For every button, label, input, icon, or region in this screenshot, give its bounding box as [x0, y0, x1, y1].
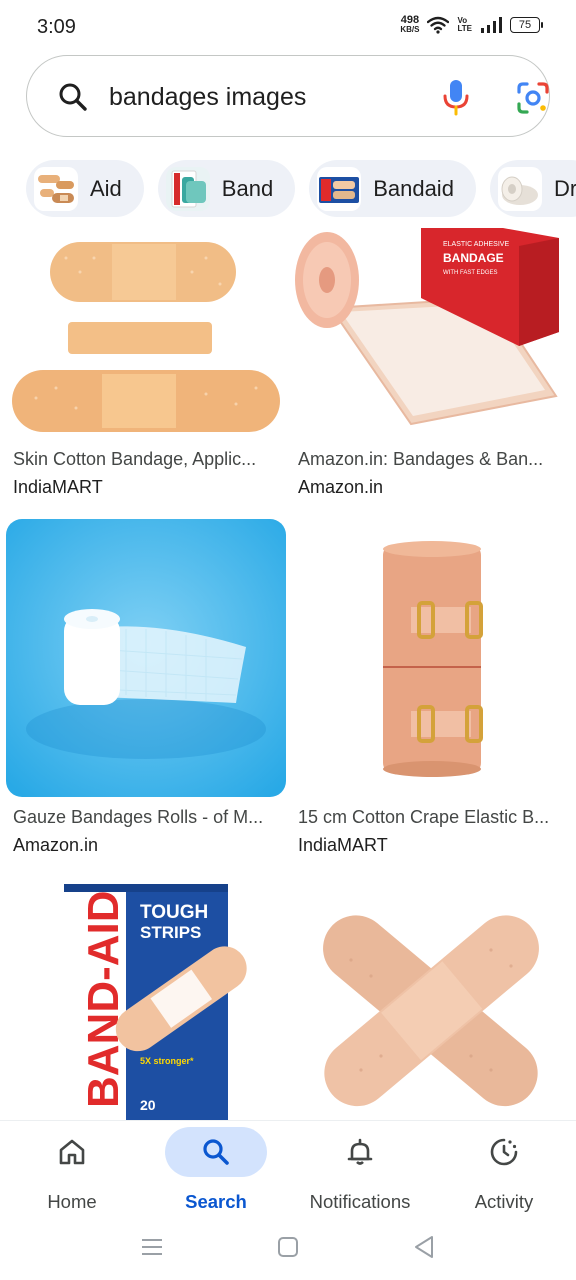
- nav-search[interactable]: Search: [146, 1121, 286, 1221]
- chip-bandaid-label: Bandaid: [373, 175, 454, 201]
- volte-line2: LTE: [457, 24, 472, 33]
- result-source[interactable]: IndiaMART: [13, 477, 103, 498]
- nav-home[interactable]: Home: [2, 1121, 142, 1221]
- bandaid-stronger-text: 5X stronger*: [140, 1056, 194, 1066]
- battery-icon: 75: [510, 17, 543, 33]
- nav-home-pill: [21, 1127, 123, 1177]
- google-lens-icon[interactable]: [515, 80, 551, 116]
- status-icons: 498 KB/S Vo LTE 75: [400, 14, 543, 35]
- elastic-box-text-3: WITH FAST EDGES: [443, 270, 498, 276]
- result-title[interactable]: Gauze Bandages Rolls - of M...: [13, 807, 263, 828]
- chip-bandaid-thumbnail: [317, 166, 362, 211]
- result-title[interactable]: Amazon.in: Bandages & Ban...: [298, 449, 543, 470]
- nav-activity[interactable]: Activity: [434, 1121, 574, 1221]
- chip-aid-thumbnail: [34, 166, 78, 211]
- nav-activity-pill: [453, 1127, 555, 1177]
- bottom-navigation: Home Search Notifications Activity: [0, 1120, 576, 1230]
- chip-band[interactable]: Band: [157, 160, 296, 217]
- nav-notifications-label: Notifications: [309, 1191, 411, 1212]
- search-icon: [203, 1139, 229, 1165]
- nav-activity-label: Activity: [474, 1191, 534, 1212]
- result-image[interactable]: [6, 519, 286, 797]
- bandaid-tough-text: TOUGH: [140, 902, 208, 923]
- bandaid-count-text: 20: [140, 1097, 156, 1113]
- chip-aid[interactable]: Aid: [26, 160, 144, 217]
- search-box[interactable]: [26, 55, 550, 137]
- activity-icon: [490, 1138, 518, 1166]
- elastic-box-text-1: ELASTIC ADHESIVE: [443, 241, 509, 248]
- search-input[interactable]: [109, 76, 409, 118]
- result-image[interactable]: [6, 228, 286, 436]
- chip-dr-thumbnail: [497, 166, 542, 211]
- result-image[interactable]: [291, 519, 571, 797]
- battery-level: 75: [518, 19, 532, 31]
- nav-notifications-pill: [309, 1127, 411, 1177]
- network-speed: 498 KB/S: [400, 14, 420, 35]
- status-bar: 3:09 498 KB/S Vo LTE 75: [0, 0, 576, 56]
- chip-aid-label: Aid: [90, 175, 122, 201]
- suggestion-chips: Aid Band Bandaid Dr: [26, 160, 576, 218]
- chip-bandaid[interactable]: Bandaid: [309, 160, 476, 217]
- search-icon: [59, 83, 87, 111]
- chip-dr[interactable]: Dr: [489, 160, 576, 217]
- network-speed-unit: KB/S: [400, 25, 420, 34]
- home-square-icon[interactable]: [276, 1235, 300, 1259]
- result-title[interactable]: Skin Cotton Bandage, Applic...: [13, 449, 256, 470]
- bandaid-brand-text: BAND-AID: [79, 890, 128, 1108]
- result-title[interactable]: 15 cm Cotton Crape Elastic B...: [298, 807, 549, 828]
- system-navigation-bar: [0, 1230, 576, 1280]
- bell-icon: [347, 1138, 373, 1165]
- nav-search-label: Search: [185, 1191, 247, 1212]
- result-source[interactable]: Amazon.in: [298, 477, 383, 498]
- volte-indicator: Vo LTE: [457, 17, 472, 33]
- back-triangle-icon[interactable]: [412, 1234, 436, 1260]
- home-icon: [59, 1139, 85, 1165]
- chip-band-thumbnail: [165, 166, 210, 211]
- microphone-icon[interactable]: [440, 78, 472, 116]
- nav-notifications[interactable]: Notifications: [290, 1121, 430, 1221]
- result-source[interactable]: Amazon.in: [13, 835, 98, 856]
- network-speed-value: 498: [400, 14, 420, 26]
- result-image[interactable]: BAND-AID TOUGH STRIPS 5X stronger* 20: [6, 880, 286, 1120]
- status-time: 3:09: [37, 16, 76, 38]
- result-image[interactable]: [291, 880, 571, 1120]
- chip-band-label: Band: [221, 175, 274, 201]
- bandaid-strips-text: STRIPS: [140, 923, 201, 942]
- chip-dr-label: Dr: [553, 175, 576, 201]
- nav-home-label: Home: [47, 1191, 97, 1212]
- recents-menu-icon[interactable]: [140, 1236, 164, 1258]
- result-source[interactable]: IndiaMART: [298, 835, 388, 856]
- nav-search-pill: [165, 1127, 267, 1177]
- wifi-icon: [427, 16, 450, 34]
- elastic-box-text-2: BANDAGE: [443, 251, 504, 265]
- result-image[interactable]: ELASTIC ADHESIVE BANDAGE WITH FAST EDGES: [291, 228, 571, 436]
- signal-icon: [481, 17, 502, 33]
